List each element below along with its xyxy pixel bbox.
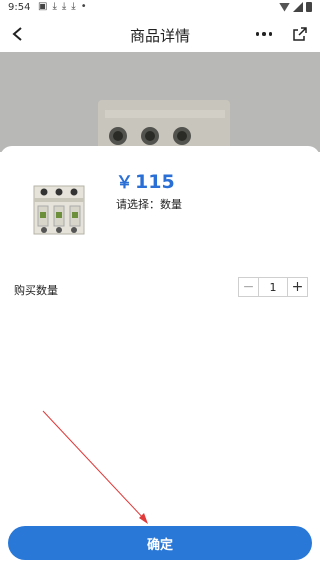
back-button[interactable] <box>4 20 32 48</box>
purchase-sheet: ￥ 115 请选择：数量 购买数量 − 1 + <box>0 146 320 568</box>
price-currency: ￥ <box>116 173 133 193</box>
selection-hint: 请选择：数量 <box>116 198 182 211</box>
price-value: 115 <box>135 171 175 193</box>
more-dots-icon <box>262 32 266 36</box>
share-icon <box>293 27 307 41</box>
more-dots-icon <box>268 32 273 36</box>
price: ￥ 115 <box>116 168 175 193</box>
download-icon: ⤓ <box>52 1 57 12</box>
wifi-icon <box>279 2 290 12</box>
battery-icon <box>306 2 312 12</box>
header-bar: 商品详情 <box>0 16 320 52</box>
status-bar: 9:54 ▣ ⤓ ⤓ ⤓ • <box>0 0 320 16</box>
product-thumbnail-image <box>20 168 100 248</box>
signal-icon <box>293 2 303 12</box>
share-button[interactable] <box>286 20 314 48</box>
more-dots-icon <box>255 32 260 36</box>
product-thumbnail <box>20 168 100 248</box>
status-time: 9:54 <box>8 2 31 13</box>
modal-overlay[interactable] <box>0 52 320 152</box>
chevron-left-icon <box>12 27 22 41</box>
confirm-button[interactable]: 确定 <box>8 526 312 560</box>
increase-button[interactable]: + <box>287 278 307 296</box>
download-icon: ⤓ <box>61 1 67 12</box>
quantity-stepper: − 1 + <box>238 277 308 297</box>
system-icons <box>279 2 312 12</box>
notification-icons: ▣ ⤓ ⤓ ⤓ • <box>38 1 87 12</box>
dot-icon: • <box>80 1 87 12</box>
decrease-button[interactable]: − <box>239 278 259 296</box>
quantity-value[interactable]: 1 <box>259 278 287 296</box>
quantity-label: 购买数量 <box>14 284 58 297</box>
more-button[interactable] <box>250 20 278 48</box>
download-icon: ⤓ <box>71 1 76 12</box>
image-notification-icon: ▣ <box>38 1 48 12</box>
